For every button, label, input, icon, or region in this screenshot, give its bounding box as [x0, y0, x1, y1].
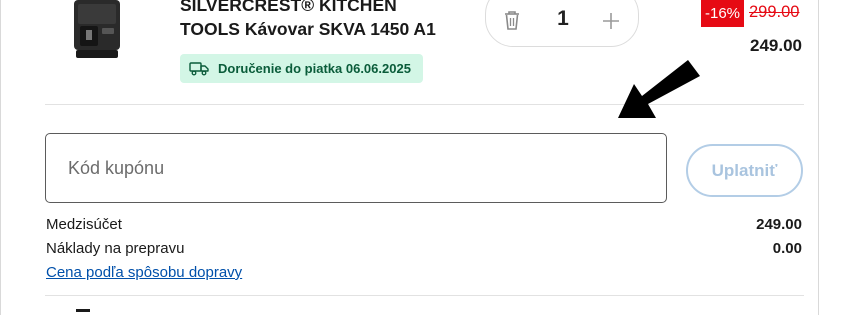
delivery-truck-icon: [189, 62, 209, 76]
quantity-value[interactable]: 1: [550, 7, 576, 31]
shipping-price-link[interactable]: Cena podľa spôsobu dopravy: [46, 264, 242, 281]
delivery-text: Doručenie do piatka 06.06.2025: [218, 61, 411, 76]
plus-icon[interactable]: [602, 12, 620, 30]
coupon-code-input[interactable]: [45, 133, 667, 203]
pointer-arrow-icon: [618, 60, 700, 118]
product-name-line2: TOOLS Kávovar SKVA 1450 A1: [180, 19, 436, 39]
subtotal-value: 249.00: [756, 216, 802, 233]
delivery-badge: Doručenie do piatka 06.06.2025: [180, 54, 423, 83]
product-name-line1: SILVERCREST® KITCHEN: [180, 0, 397, 15]
apply-coupon-button[interactable]: Uplatniť: [686, 144, 803, 197]
current-price: 249.00: [750, 36, 802, 55]
trash-icon[interactable]: [503, 10, 521, 30]
shipping-label: Náklady na prepravu: [46, 240, 185, 257]
quantity-stepper: 1: [485, 0, 639, 47]
discount-badge: -16%: [701, 0, 744, 27]
product-name[interactable]: SILVERCREST® KITCHEN TOOLS Kávovar SKVA …: [180, 0, 470, 41]
product-image[interactable]: [66, 0, 128, 62]
divider: [45, 295, 804, 296]
truncated-text-fragment: [76, 309, 90, 318]
old-price: 299.00: [749, 3, 800, 21]
subtotal-label: Medzisúčet: [46, 216, 122, 233]
shipping-value: 0.00: [772, 240, 802, 257]
